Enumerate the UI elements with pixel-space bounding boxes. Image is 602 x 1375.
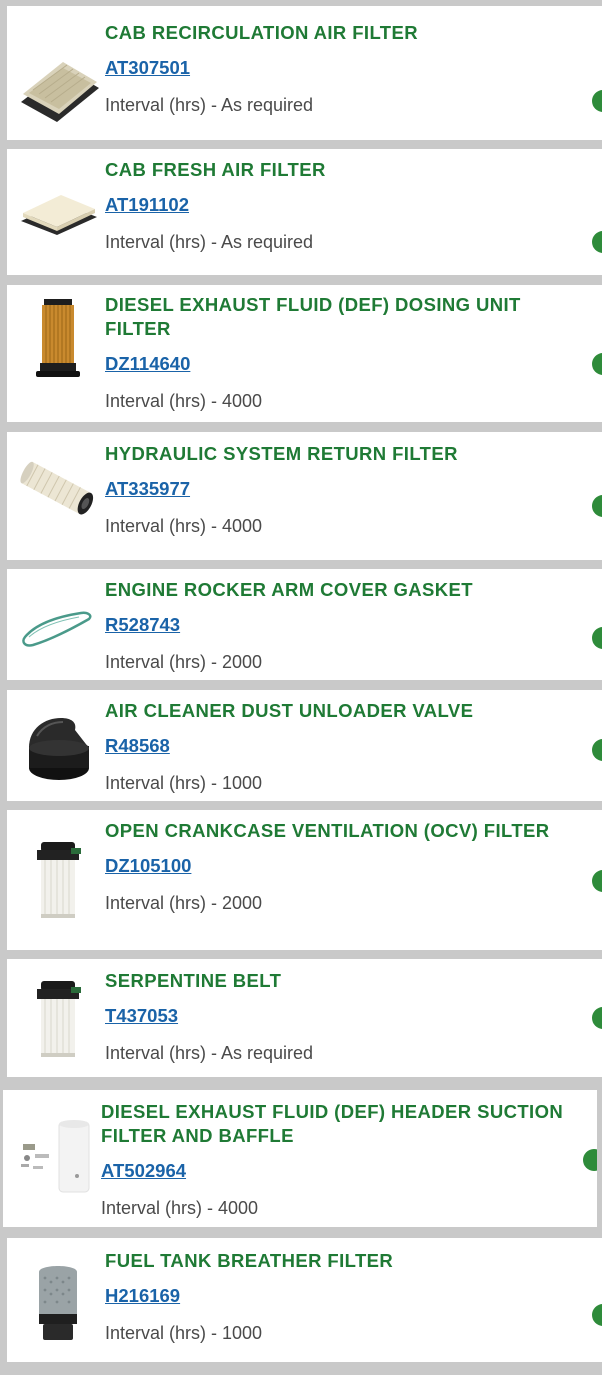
service-interval: Interval (hrs) - 1000 bbox=[105, 773, 263, 793]
status-indicator bbox=[592, 90, 602, 112]
part-number-link[interactable]: AT191102 bbox=[105, 193, 189, 217]
part-number-link[interactable]: AT307501 bbox=[105, 56, 190, 80]
panel-filter-icon bbox=[15, 44, 101, 130]
part-title: CAB RECIRCULATION AIR FILTER bbox=[105, 22, 418, 43]
ocv-filter-icon bbox=[15, 838, 101, 924]
part-number-link[interactable]: T437053 bbox=[105, 1004, 178, 1028]
part-card: DIESEL EXHAUST FLUID (DEF) DOSING UNIT F… bbox=[7, 285, 602, 422]
part-number-link[interactable]: AT502964 bbox=[101, 1159, 186, 1183]
part-card: ENGINE ROCKER ARM COVER GASKET R528743 I… bbox=[7, 569, 602, 680]
baffle-kit-icon bbox=[15, 1114, 101, 1200]
ocv-filter-icon bbox=[15, 977, 101, 1063]
status-indicator bbox=[592, 1304, 602, 1326]
part-number-link[interactable]: H216169 bbox=[105, 1284, 180, 1308]
service-interval: Interval (hrs) - As required bbox=[105, 95, 314, 115]
service-interval: Interval (hrs) - 2000 bbox=[105, 893, 263, 913]
part-card: CAB RECIRCULATION AIR FILTER AT307501 In… bbox=[7, 6, 602, 140]
part-card: OPEN CRANKCASE VENTILATION (OCV) FILTER … bbox=[7, 810, 602, 950]
service-interval: Interval (hrs) - 2000 bbox=[105, 652, 263, 672]
status-indicator bbox=[592, 739, 602, 761]
part-title: FUEL TANK BREATHER FILTER bbox=[105, 1250, 394, 1271]
part-title: CAB FRESH AIR FILTER bbox=[105, 159, 326, 180]
rubber-valve-icon bbox=[15, 708, 101, 794]
part-card: HYDRAULIC SYSTEM RETURN FILTER AT335977 … bbox=[7, 432, 602, 560]
cartridge-filter-icon bbox=[15, 295, 101, 381]
part-title: DIESEL EXHAUST FLUID (DEF) HEADER SUCTIO… bbox=[101, 1101, 564, 1146]
status-indicator bbox=[592, 353, 602, 375]
gasket-icon bbox=[15, 587, 101, 673]
part-title: ENGINE ROCKER ARM COVER GASKET bbox=[105, 579, 473, 600]
service-interval: Interval (hrs) - 4000 bbox=[105, 391, 263, 411]
service-interval: Interval (hrs) - 1000 bbox=[105, 1323, 263, 1343]
breather-filter-icon bbox=[15, 1260, 101, 1346]
status-indicator bbox=[592, 870, 602, 892]
part-title: SERPENTINE BELT bbox=[105, 970, 282, 991]
part-number-link[interactable]: DZ105100 bbox=[105, 854, 191, 878]
part-number-link[interactable]: R528743 bbox=[105, 613, 180, 637]
part-number-link[interactable]: DZ114640 bbox=[105, 352, 190, 376]
part-title: DIESEL EXHAUST FLUID (DEF) DOSING UNIT F… bbox=[105, 294, 521, 339]
service-interval: Interval (hrs) - 4000 bbox=[101, 1198, 259, 1218]
part-card: CAB FRESH AIR FILTER AT191102 Interval (… bbox=[7, 149, 602, 275]
service-interval: Interval (hrs) - As required bbox=[105, 232, 314, 252]
status-indicator bbox=[592, 495, 602, 517]
status-indicator bbox=[592, 231, 602, 253]
part-card: FUEL TANK BREATHER FILTER H216169 Interv… bbox=[7, 1238, 602, 1362]
service-interval: Interval (hrs) - 4000 bbox=[105, 516, 263, 536]
status-indicator bbox=[583, 1149, 597, 1171]
cylinder-filter-icon bbox=[15, 446, 101, 532]
panel-filter-icon bbox=[15, 169, 101, 255]
part-title: HYDRAULIC SYSTEM RETURN FILTER bbox=[105, 443, 458, 464]
status-indicator bbox=[592, 627, 602, 649]
part-card: DIESEL EXHAUST FLUID (DEF) HEADER SUCTIO… bbox=[3, 1090, 597, 1227]
part-title: AIR CLEANER DUST UNLOADER VALVE bbox=[105, 700, 474, 721]
service-interval: Interval (hrs) - As required bbox=[105, 1043, 314, 1063]
part-number-link[interactable]: R48568 bbox=[105, 734, 170, 758]
status-indicator bbox=[592, 1007, 602, 1029]
part-card: AIR CLEANER DUST UNLOADER VALVE R48568 I… bbox=[7, 690, 602, 801]
part-title: OPEN CRANKCASE VENTILATION (OCV) FILTER bbox=[105, 820, 550, 841]
part-number-link[interactable]: AT335977 bbox=[105, 477, 190, 501]
part-card: SERPENTINE BELT T437053 Interval (hrs) -… bbox=[7, 959, 602, 1077]
